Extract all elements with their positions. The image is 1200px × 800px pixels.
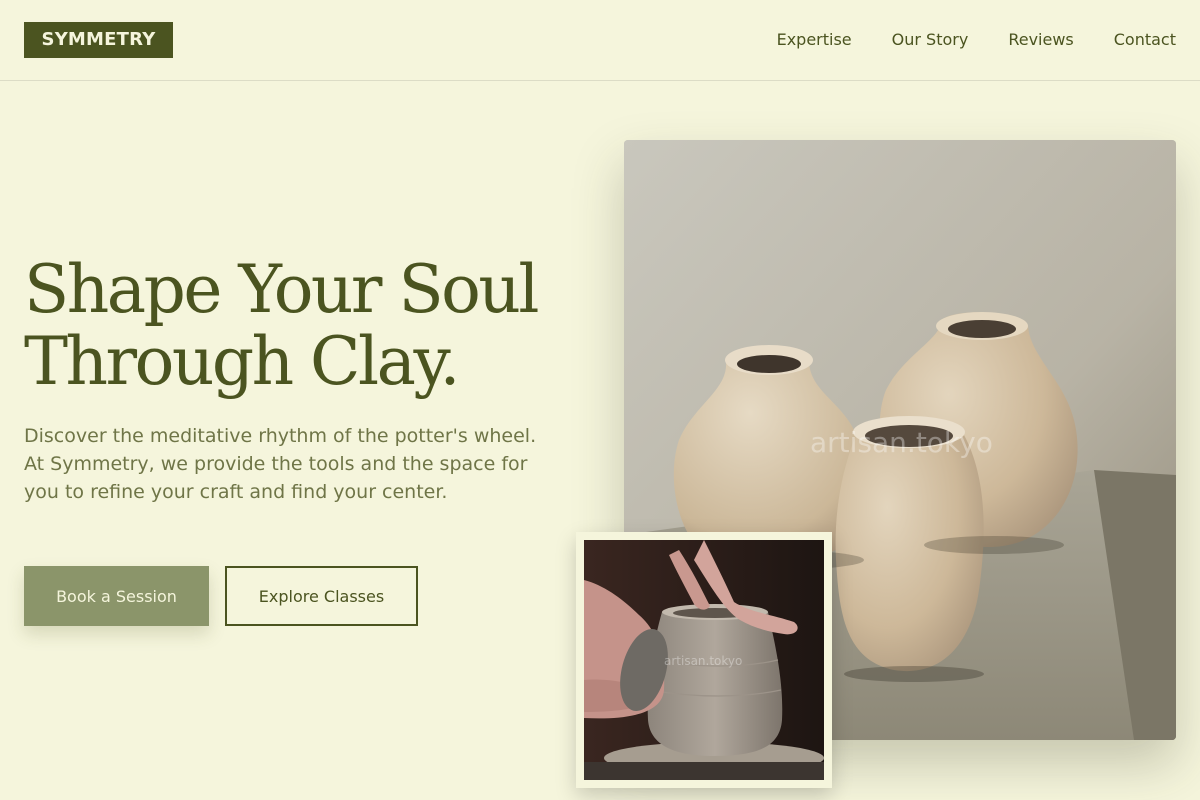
nav-link-contact[interactable]: Contact xyxy=(1114,30,1176,50)
hero-headline: Shape Your Soul Through Clay. xyxy=(24,254,564,398)
nav-link-our-story[interactable]: Our Story xyxy=(892,30,969,50)
hero-headline-line-1: Shape Your Soul xyxy=(24,251,540,328)
hero-description: Discover the meditative rhythm of the po… xyxy=(24,425,537,503)
inset-photo-watermark: artisan.tokyo xyxy=(664,654,743,668)
nav-link-expertise[interactable]: Expertise xyxy=(777,30,852,50)
inset-photo-frame: artisan.tokyo xyxy=(576,532,832,788)
main-photo-watermark: artisan.tokyo xyxy=(810,426,993,459)
wheel-throwing-photo: artisan.tokyo xyxy=(584,540,824,780)
main-nav: Expertise Our Story Reviews Contact xyxy=(777,30,1176,50)
landing-page: SYMMETRY Expertise Our Story Reviews Con… xyxy=(0,0,1200,800)
hero-headline-line-2: Through Clay. xyxy=(24,323,461,400)
book-session-button[interactable]: Book a Session xyxy=(24,566,209,626)
explore-classes-button[interactable]: Explore Classes xyxy=(225,566,418,626)
brand-logo[interactable]: SYMMETRY xyxy=(24,22,173,58)
site-header: SYMMETRY Expertise Our Story Reviews Con… xyxy=(0,0,1200,81)
nav-link-reviews[interactable]: Reviews xyxy=(1008,30,1073,50)
